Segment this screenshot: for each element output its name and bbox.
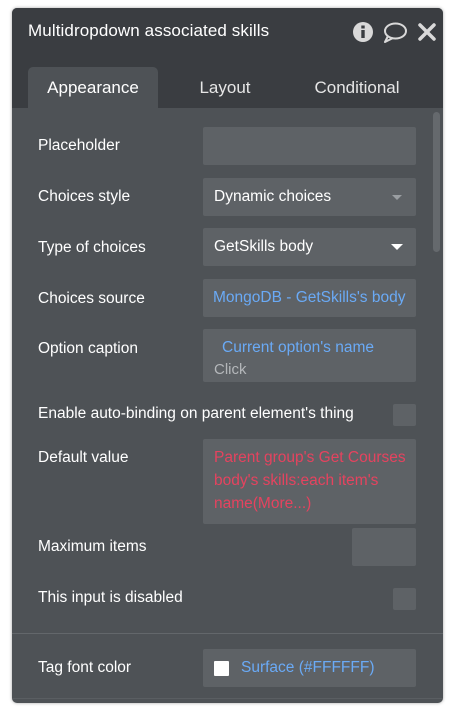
appearance-properties: Placeholder Choices style Dynamic choice… <box>12 108 443 703</box>
input-disabled-checkbox[interactable] <box>393 588 416 610</box>
tab-layout[interactable]: Layout <box>160 67 290 108</box>
chevron-down-icon <box>392 195 402 200</box>
close-icon[interactable] <box>416 21 438 43</box>
section-divider <box>12 633 443 634</box>
color-swatch[interactable] <box>214 661 229 676</box>
default-value-label: Default value <box>38 449 129 466</box>
default-value-line-1: Parent group's Get Courses <box>214 449 406 466</box>
input-disabled-label: This input is disabled <box>38 589 183 606</box>
property-editor-panel: Multidropdown associated skills Appearan… <box>12 8 443 703</box>
auto-binding-label: Enable auto-binding on parent element's … <box>38 405 354 422</box>
maximum-items-input[interactable] <box>352 528 416 566</box>
type-of-choices-value: GetSkills body <box>214 238 314 255</box>
tab-conditional[interactable]: Conditional <box>292 67 422 108</box>
placeholder-label: Placeholder <box>38 137 120 154</box>
choices-source-expression[interactable]: MongoDB - GetSkills's body <box>203 279 416 317</box>
choices-style-value: Dynamic choices <box>214 188 332 205</box>
panel-title: Multidropdown associated skills <box>28 21 270 40</box>
default-value-line-2: body's skills:each item's <box>214 472 379 489</box>
type-of-choices-dropdown[interactable]: GetSkills body <box>203 228 416 266</box>
maximum-items-label: Maximum items <box>38 538 147 555</box>
type-of-choices-label: Type of choices <box>38 239 146 256</box>
auto-binding-checkbox[interactable] <box>393 404 416 426</box>
default-value-expression[interactable]: Parent group's Get Courses body's skills… <box>203 439 416 524</box>
option-caption-label: Option caption <box>38 340 138 357</box>
option-caption-hint: Click <box>214 361 247 378</box>
default-value-line-3: name(More...) <box>214 495 312 512</box>
comment-icon[interactable] <box>382 21 408 43</box>
choices-source-value: MongoDB - GetSkills's body <box>213 289 406 306</box>
info-icon[interactable] <box>352 21 374 43</box>
tag-font-color-label: Tag font color <box>38 659 132 676</box>
choices-style-label: Choices style <box>38 188 131 205</box>
panel-header[interactable]: Multidropdown associated skills Appearan… <box>12 8 443 108</box>
bottom-divider <box>12 698 443 699</box>
tag-font-color-picker[interactable]: Surface (#FFFFFF) <box>203 649 416 687</box>
choices-source-label: Choices source <box>38 290 145 307</box>
panel-scrollbar[interactable] <box>433 112 440 252</box>
tab-appearance[interactable]: Appearance <box>28 67 158 108</box>
option-caption-expression[interactable]: Current option's name Click <box>203 329 416 382</box>
choices-style-dropdown[interactable]: Dynamic choices <box>203 178 416 216</box>
tag-font-color-value: Surface (#FFFFFF) <box>241 659 375 676</box>
chevron-down-icon <box>391 244 403 250</box>
option-caption-value: Current option's name <box>222 339 375 356</box>
placeholder-input[interactable] <box>203 127 416 165</box>
